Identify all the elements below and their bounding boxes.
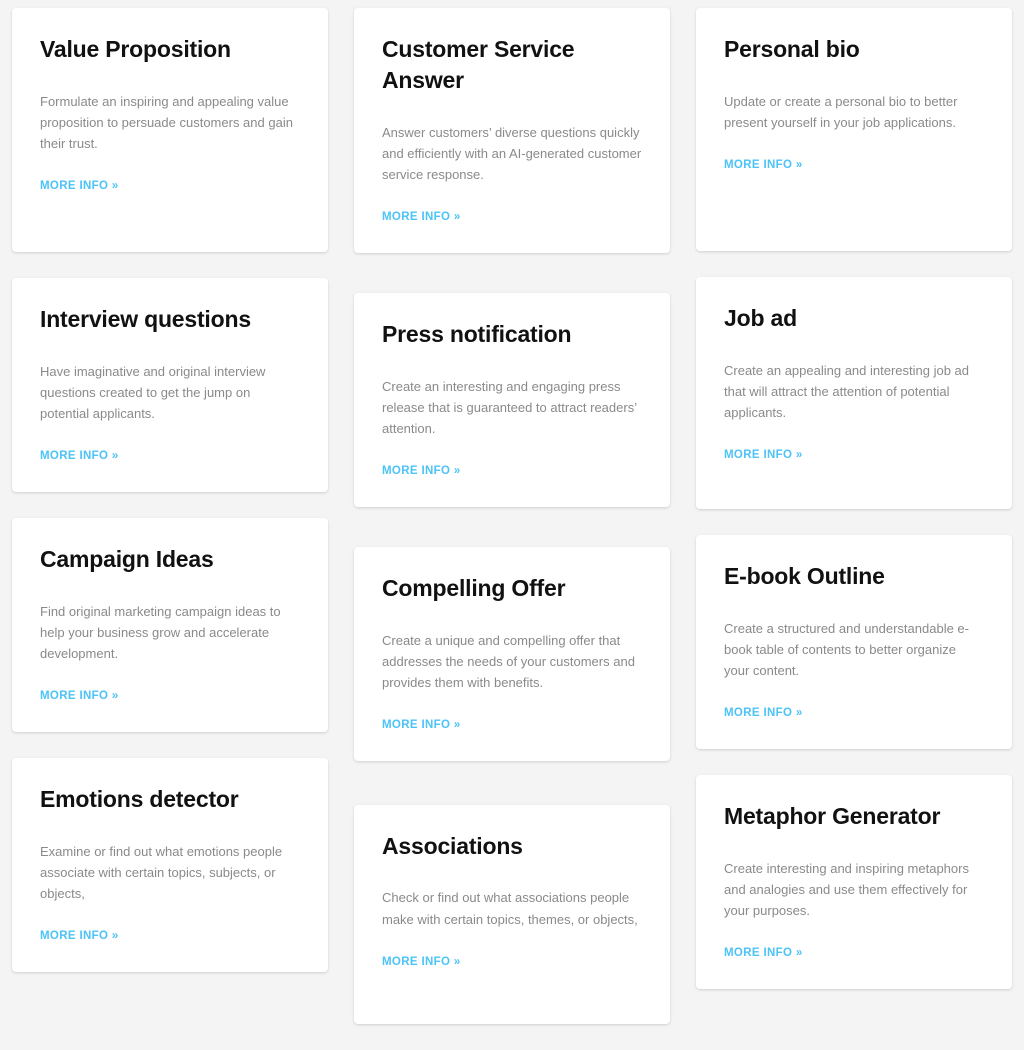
card-title: Compelling Offer	[382, 574, 566, 601]
more-info-link[interactable]: MORE INFO »	[382, 956, 642, 968]
card-title: Value Proposition	[40, 36, 231, 62]
more-info-link[interactable]: MORE INFO »	[724, 707, 984, 719]
card-description: Create an appealing and interesting job …	[724, 362, 970, 420]
template-card[interactable]: Value Proposition Formulate an inspiring…	[12, 8, 328, 252]
card-title: Emotions detector	[40, 785, 239, 812]
template-card-grid: Value Proposition Formulate an inspiring…	[0, 0, 1024, 1050]
card-description: Update or create a personal bio to bette…	[724, 93, 958, 130]
more-info-link[interactable]: MORE INFO »	[382, 465, 642, 477]
card-title: Interview questions	[40, 305, 251, 332]
more-info-link[interactable]: MORE INFO »	[724, 947, 984, 959]
card-title: Personal bio	[724, 36, 860, 62]
template-card[interactable]: Personal bio Update or create a personal…	[696, 8, 1012, 251]
template-card[interactable]: Associations Check or find out what asso…	[354, 804, 670, 1024]
template-card[interactable]: Compelling Offer Create a unique and com…	[354, 546, 670, 761]
template-card[interactable]: Customer Service Answer Answer customers…	[354, 8, 670, 253]
card-title: Metaphor Generator	[724, 802, 941, 829]
grid-column-1: Value Proposition Formulate an inspiring…	[12, 0, 328, 998]
card-title: Associations	[382, 832, 523, 859]
template-card[interactable]: Job ad Create an appealing and interesti…	[696, 276, 1012, 509]
card-title: Campaign Ideas	[40, 545, 214, 572]
card-description: Create a structured and understandable e…	[724, 620, 969, 678]
card-description: Create interesting and inspiring metapho…	[724, 860, 969, 918]
card-title: Press notification	[382, 320, 572, 347]
more-info-link[interactable]: MORE INFO »	[40, 690, 300, 702]
more-info-link[interactable]: MORE INFO »	[382, 211, 642, 223]
card-title: Customer Service Answer	[382, 36, 575, 93]
card-description: Create an interesting and engaging press…	[382, 378, 637, 436]
template-card[interactable]: Campaign Ideas Find original marketing c…	[12, 517, 328, 732]
template-card[interactable]: Press notification Create an interesting…	[354, 292, 670, 507]
card-description: Check or find out what associations peop…	[382, 890, 638, 927]
card-description: Create a unique and compelling offer tha…	[382, 632, 635, 690]
more-info-link[interactable]: MORE INFO »	[724, 449, 984, 461]
more-info-link[interactable]: MORE INFO »	[40, 180, 300, 192]
more-info-link[interactable]: MORE INFO »	[40, 450, 300, 462]
card-title: E-book Outline	[724, 562, 885, 589]
card-title: Job ad	[724, 304, 797, 331]
card-description: Formulate an inspiring and appealing val…	[40, 93, 293, 151]
grid-column-3: Personal bio Update or create a personal…	[696, 0, 1012, 1015]
more-info-link[interactable]: MORE INFO »	[40, 930, 300, 942]
more-info-link[interactable]: MORE INFO »	[382, 719, 642, 731]
card-description: Find original marketing campaign ideas t…	[40, 603, 281, 661]
template-card[interactable]: Interview questions Have imaginative and…	[12, 277, 328, 492]
card-description: Answer customers’ diverse questions quic…	[382, 124, 642, 182]
card-description: Have imaginative and original interview …	[40, 363, 266, 421]
grid-column-2: Customer Service Answer Answer customers…	[354, 0, 670, 1050]
template-card[interactable]: E-book Outline Create a structured and u…	[696, 534, 1012, 749]
template-card[interactable]: Emotions detector Examine or find out wh…	[12, 757, 328, 972]
template-card[interactable]: Metaphor Generator Create interesting an…	[696, 774, 1012, 989]
more-info-link[interactable]: MORE INFO »	[724, 159, 984, 171]
card-description: Examine or find out what emotions people…	[40, 843, 283, 901]
